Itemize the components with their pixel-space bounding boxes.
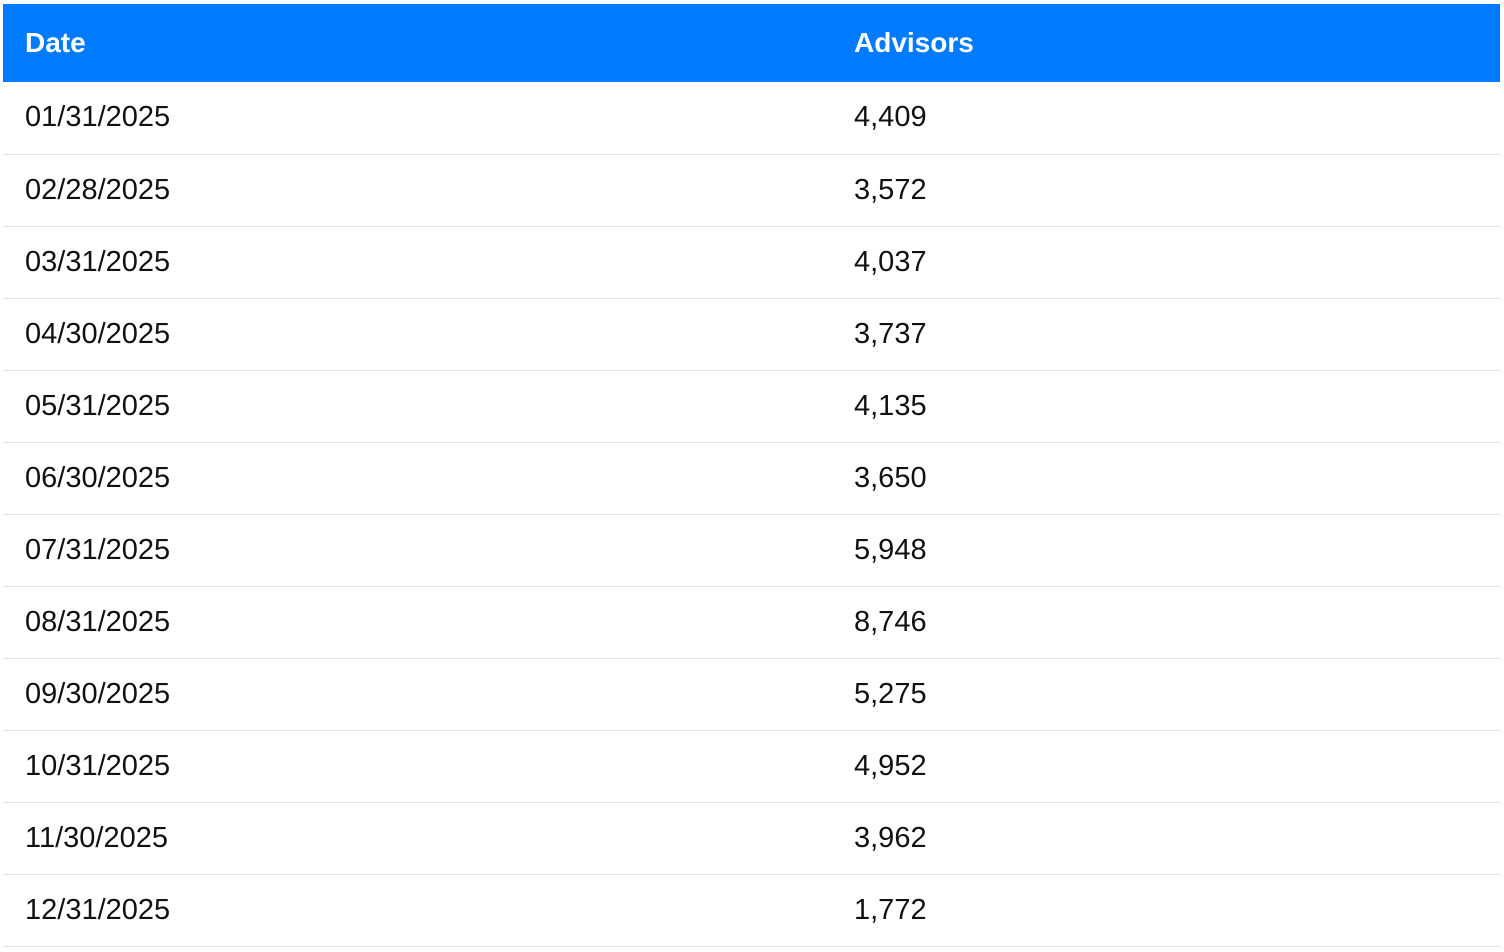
header-row: Date Advisors: [3, 4, 1500, 82]
table-header: Date Advisors: [3, 4, 1500, 82]
cell-date: 09/30/2025: [25, 677, 171, 710]
table-row: 04/30/2025 3,737: [3, 298, 1500, 370]
table-row: 07/31/2025 5,948: [3, 514, 1500, 586]
cell-date: 06/30/2025: [25, 461, 171, 494]
cell-advisors: 4,135: [854, 389, 927, 422]
table-row: 11/30/2025 3,962: [3, 802, 1500, 874]
table-row: 01/31/2025 4,409: [3, 82, 1500, 154]
cell-advisors: 3,962: [854, 821, 927, 854]
cell-advisors: 4,409: [854, 101, 927, 134]
advisors-table-container: Date Advisors 01/31/2025 4,409 02/28/202…: [3, 4, 1500, 947]
table-body: 01/31/2025 4,409 02/28/2025 3,572 03/31/…: [3, 82, 1500, 946]
advisors-table: Date Advisors 01/31/2025 4,409 02/28/202…: [3, 4, 1500, 947]
cell-advisors: 8,746: [854, 605, 927, 638]
table-row: 09/30/2025 5,275: [3, 658, 1500, 730]
column-header-advisors: Advisors: [854, 27, 974, 58]
cell-date: 04/30/2025: [25, 317, 171, 350]
cell-advisors: 4,952: [854, 749, 927, 782]
cell-advisors: 1,772: [854, 893, 927, 926]
table-row: 02/28/2025 3,572: [3, 154, 1500, 226]
table-row: 03/31/2025 4,037: [3, 226, 1500, 298]
table-row: 10/31/2025 4,952: [3, 730, 1500, 802]
cell-date: 12/31/2025: [25, 893, 171, 926]
table-row: 06/30/2025 3,650: [3, 442, 1500, 514]
cell-date: 02/28/2025: [25, 173, 171, 206]
cell-date: 10/31/2025: [25, 749, 171, 782]
table-row: 08/31/2025 8,746: [3, 586, 1500, 658]
cell-advisors: 5,948: [854, 533, 927, 566]
table-row: 05/31/2025 4,135: [3, 370, 1500, 442]
cell-date: 11/30/2025: [25, 821, 168, 854]
cell-date: 08/31/2025: [25, 605, 171, 638]
cell-date: 07/31/2025: [25, 533, 171, 566]
cell-advisors: 5,275: [854, 677, 927, 710]
table-row: 12/31/2025 1,772: [3, 874, 1500, 946]
cell-date: 03/31/2025: [25, 245, 171, 278]
cell-advisors: 3,737: [854, 317, 927, 350]
cell-date: 05/31/2025: [25, 389, 171, 422]
column-header-date: Date: [25, 27, 86, 58]
cell-advisors: 3,650: [854, 461, 927, 494]
cell-advisors: 3,572: [854, 173, 927, 206]
cell-advisors: 4,037: [854, 245, 927, 278]
cell-date: 01/31/2025: [25, 101, 171, 134]
